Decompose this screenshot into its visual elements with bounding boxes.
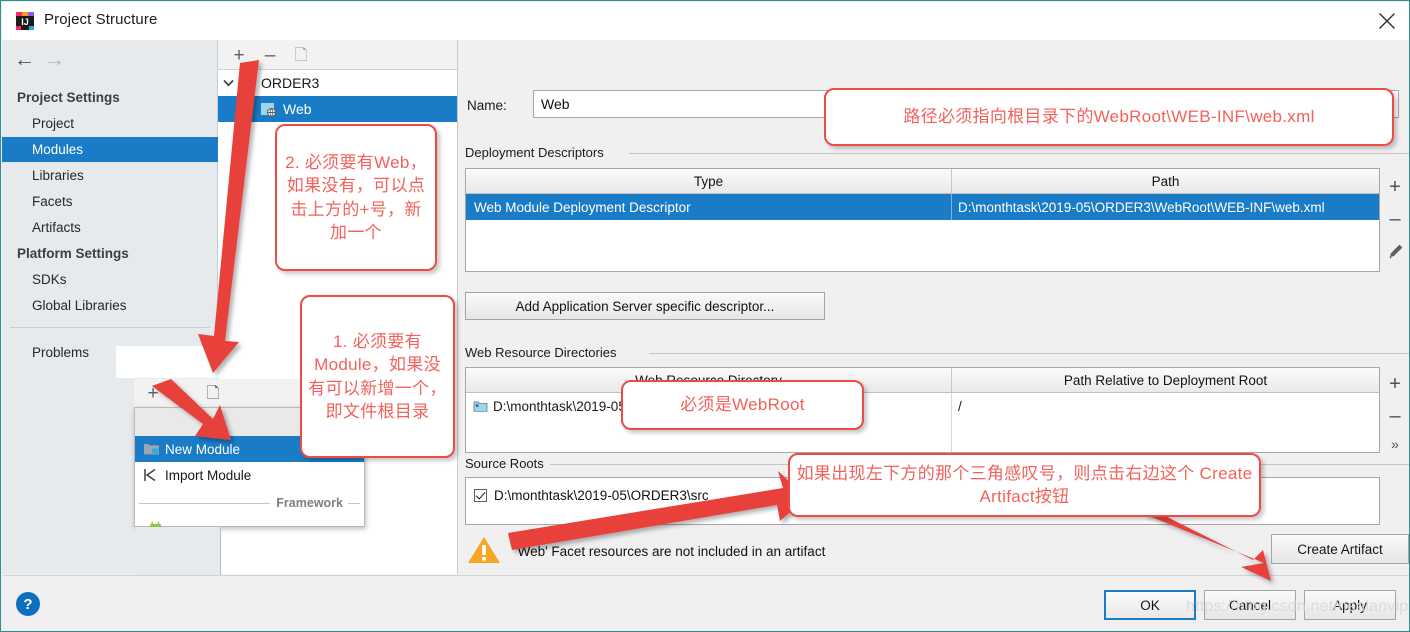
project-structure-dialog: IJ Project Structure ← → Project Setting…	[0, 0, 1410, 632]
menu-item-import-module[interactable]: Import Module	[135, 462, 364, 488]
tree-node-web[interactable]: Web	[218, 96, 457, 122]
import-icon	[143, 468, 165, 482]
deployment-descriptors-table[interactable]: Type Path Web Module Deployment Descript…	[465, 168, 1380, 272]
menu-item-label: Import Module	[165, 467, 252, 483]
separator-label: Framework	[276, 496, 343, 510]
source-root-path: D:\monthtask\2019-05\ORDER3\src	[494, 488, 709, 503]
warning-text: 'Web' Facet resources are not included i…	[515, 544, 826, 559]
sidebar-item-global-libraries[interactable]: Global Libraries	[2, 293, 218, 318]
context-menu-toolbar: + – 🗋	[134, 379, 300, 408]
name-label: Name:	[467, 98, 507, 113]
callout-text: 1. 必须要有Module，如果没有可以新增一个，即文件根目录	[308, 331, 447, 421]
callout-web-module: 2. 必须要有Web，如果没有，可以点击上方的+号，新加一个	[275, 124, 437, 271]
callout-text: 必须是WebRoot	[680, 395, 805, 415]
callout-text: 路径必须指向根目录下的WebRoot\WEB-INF\web.xml	[903, 107, 1315, 127]
plus-icon[interactable]: +	[228, 44, 250, 66]
separator-line	[139, 502, 271, 504]
deployment-descriptors-group-label: Deployment Descriptors	[465, 145, 610, 160]
add-descriptor-button[interactable]: +	[1382, 172, 1408, 202]
row-column-divider	[951, 393, 952, 452]
callout-text: 如果出现左下方的那个三角感叹号，则点击右边这个 Create Artifact按…	[796, 463, 1253, 506]
window-title: Project Structure	[44, 11, 158, 28]
more-web-resource-button[interactable]: »	[1382, 429, 1408, 459]
web-resource-directories-table[interactable]: Web Resource Directory Path Relative to …	[465, 367, 1380, 453]
ok-button[interactable]: OK	[1104, 590, 1196, 620]
remove-descriptor-button[interactable]: –	[1382, 204, 1408, 234]
add-app-server-descriptor-button[interactable]: Add Application Server specific descript…	[465, 292, 825, 320]
column-header-type[interactable]: Type	[466, 169, 951, 193]
intellij-idea-icon: IJ	[15, 11, 35, 31]
web-facet-icon	[260, 102, 278, 117]
cell-path: D:\monthtask\2019-05\ORDER3\WebRoot\WEB-…	[958, 199, 1325, 215]
close-icon[interactable]	[1364, 2, 1409, 40]
callout-create-artifact: 如果出现左下方的那个三角感叹号，则点击右边这个 Create Artifact按…	[788, 453, 1261, 517]
cell-relative-path: /	[958, 398, 962, 414]
warning-triangle-icon	[467, 535, 501, 568]
tree-node-label: ORDER3	[261, 75, 320, 91]
sidebar-item-project[interactable]: Project	[2, 111, 218, 136]
group-divider	[649, 353, 1409, 354]
callout-module-required: 1. 必须要有Module，如果没有可以新增一个，即文件根目录	[300, 295, 455, 458]
add-web-resource-button[interactable]: +	[1382, 369, 1408, 399]
sidebar-item-libraries[interactable]: Libraries	[2, 163, 218, 188]
tree-node-label: Web	[283, 101, 312, 117]
chevron-down-icon[interactable]	[218, 79, 238, 87]
copy-icon[interactable]: 🗋	[290, 44, 312, 66]
callout-web-xml-path: 路径必须指向根目录下的WebRoot\WEB-INF\web.xml	[824, 88, 1394, 146]
arrow-right-icon[interactable]: →	[44, 49, 65, 70]
question-mark-icon[interactable]: ?	[16, 592, 40, 616]
group-divider	[629, 153, 1409, 154]
nav-history-controls: ← →	[2, 40, 218, 80]
source-root-checkbox[interactable]	[474, 489, 487, 502]
context-menu-separator: Framework	[135, 492, 364, 514]
sidebar-divider	[10, 327, 210, 328]
sidebar-item-facets[interactable]: Facets	[2, 189, 218, 214]
table-row[interactable]: D:\monthtask\2019-05\ORDER3\WebRoot /	[466, 393, 1379, 419]
source-root-row[interactable]: D:\monthtask\2019-05\ORDER3\src	[474, 488, 709, 503]
sidebar-group-platform-settings: Platform Settings	[17, 246, 129, 261]
callout-webroot: 必须是WebRoot	[621, 380, 864, 430]
edit-descriptor-button[interactable]	[1382, 236, 1408, 266]
popup-backdrop	[116, 346, 298, 378]
artifact-warning: 'Web' Facet resources are not included i…	[467, 535, 825, 568]
tree-node-order3[interactable]: ORDER3	[218, 70, 457, 96]
create-artifact-button[interactable]: Create Artifact	[1271, 534, 1409, 564]
sidebar-item-modules[interactable]: Modules	[2, 137, 218, 162]
module-tree-toolbar: + – 🗋	[218, 40, 457, 70]
title-bar: IJ Project Structure	[2, 2, 1409, 40]
folder-icon	[473, 393, 489, 419]
module-icon	[238, 76, 256, 91]
callout-text: 2. 必须要有Web，如果没有，可以点击上方的+号，新加一个	[285, 152, 427, 242]
svg-text:IJ: IJ	[21, 17, 29, 27]
menu-item-label: New Module	[165, 441, 241, 457]
separator-line	[348, 502, 360, 504]
plus-icon[interactable]: +	[142, 382, 164, 404]
sidebar-group-project-settings: Project Settings	[17, 90, 120, 105]
web-resource-side-toolbar: + – »	[1381, 367, 1409, 453]
sidebar-item-sdks[interactable]: SDKs	[2, 267, 218, 292]
remove-web-resource-button[interactable]: –	[1382, 401, 1408, 431]
arrow-left-icon[interactable]: ←	[14, 49, 35, 70]
web-resource-directories-group-label: Web Resource Directories	[465, 345, 623, 360]
table-row[interactable]: Web Module Deployment Descriptor D:\mont…	[466, 194, 1379, 220]
minus-icon[interactable]: –	[170, 382, 192, 404]
module-icon	[143, 442, 165, 456]
column-header-path-relative[interactable]: Path Relative to Deployment Root	[952, 368, 1379, 392]
minus-icon[interactable]: –	[259, 44, 281, 66]
watermark-text: https://blog.csdn.net/nealanvip	[1186, 598, 1409, 615]
source-roots-group-label: Source Roots	[465, 456, 550, 471]
cell-type: Web Module Deployment Descriptor	[474, 199, 691, 215]
row-column-divider	[951, 194, 952, 220]
deployment-descriptor-side-toolbar: + –	[1381, 168, 1409, 272]
sidebar-item-artifacts[interactable]: Artifacts	[2, 215, 218, 240]
framework-icon	[149, 518, 162, 528]
copy-icon[interactable]: 🗋	[202, 382, 224, 404]
column-header-path[interactable]: Path	[952, 169, 1379, 193]
